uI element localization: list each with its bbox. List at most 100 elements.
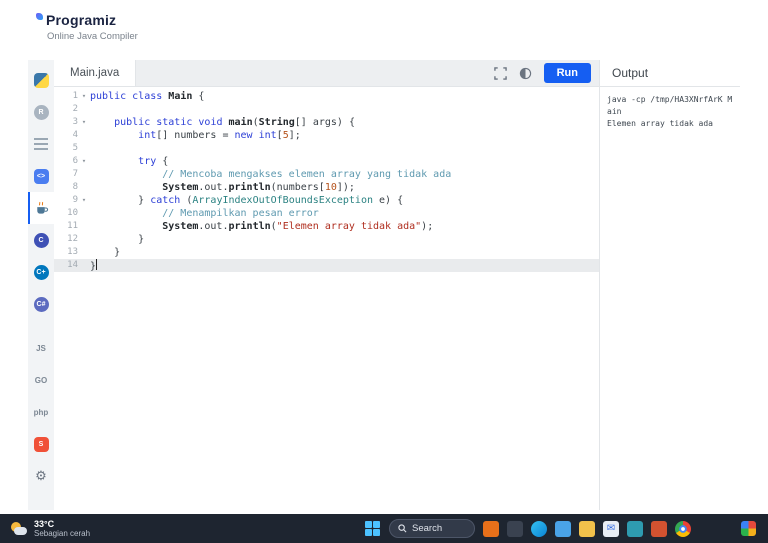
fold-gutter: [78, 168, 90, 181]
taskbar-icon-settings[interactable]: [627, 520, 643, 537]
code-line-2[interactable]: 2: [54, 103, 599, 116]
sidebar-item-javascript[interactable]: JS: [28, 332, 54, 364]
code-text: int[] numbers = new int[5];: [138, 130, 301, 141]
sidebar-item-cpp[interactable]: C+: [28, 256, 54, 288]
php-icon: php: [33, 407, 49, 417]
sidebar-item-swift[interactable]: S: [28, 428, 54, 460]
taskbar-icon-paint[interactable]: [483, 520, 499, 537]
line-number: 12: [67, 234, 78, 244]
sidebar-item-java[interactable]: [28, 192, 54, 224]
code-line-3[interactable]: 3 ▾ public static void main(String[] args…: [54, 116, 599, 129]
sidebar-item-php[interactable]: php: [28, 396, 54, 428]
programiz-compiler-window: Programiz Online Java Compiler R <> C C+ C# J…: [0, 0, 768, 543]
sidebar-item-sql[interactable]: [28, 128, 54, 160]
code-line-12[interactable]: 12 }: [54, 233, 599, 246]
search-label: Search: [412, 523, 443, 534]
line-number: 8: [72, 182, 78, 192]
code-text: }: [90, 247, 121, 258]
run-button[interactable]: Run: [543, 63, 591, 83]
code-text: System.out.println("Elemen array tidak a…: [162, 221, 434, 232]
fold-arrow-icon[interactable]: ▾: [78, 90, 90, 103]
line-number: 3: [72, 117, 78, 127]
javascript-icon: JS: [36, 343, 46, 353]
line-number: 1: [72, 91, 78, 101]
go-icon: GO: [34, 375, 48, 385]
code-line-10[interactable]: 10 // Menampilkan pesan error: [54, 207, 599, 220]
weather-temp: 33°C: [34, 518, 55, 529]
tray-app-icon[interactable]: [741, 521, 756, 536]
code-line-8[interactable]: 8 System.out.println(numbers[10]);: [54, 181, 599, 194]
output-body: java -cp /tmp/HA3XNrfArK Main Elemen arra…: [600, 87, 740, 130]
fold-gutter: [78, 259, 90, 272]
code-line-4[interactable]: 4 int[] numbers = new int[5];: [54, 129, 599, 142]
fold-gutter: [78, 181, 90, 194]
line-number: 14: [67, 260, 78, 270]
html-icon: <>: [33, 168, 49, 184]
page-subtitle: Online Java Compiler: [47, 31, 138, 42]
main-area: R <> C C+ C# JS GO php S ⚙ Main.java Run…: [28, 60, 740, 510]
theme-icon: [519, 67, 531, 79]
taskbar-icons: ✉: [483, 520, 691, 537]
weather-widget[interactable]: 33°C Sebagian cerah: [0, 519, 90, 539]
start-button[interactable]: [365, 520, 381, 537]
line-number: 2: [72, 104, 78, 114]
theme-toggle-button[interactable]: [519, 67, 532, 80]
taskbar-icon-store[interactable]: [555, 520, 571, 537]
weather-icon: [10, 521, 28, 537]
code-line-9[interactable]: 9 ▾ } catch (ArrayIndexOutOfBoundsExcepti…: [54, 194, 599, 207]
sidebar-item-csharp[interactable]: C#: [28, 288, 54, 320]
code-area[interactable]: 1 ▾ public class Main {2 3 ▾ public static v…: [54, 87, 599, 510]
sidebar-item-r[interactable]: R: [28, 96, 54, 128]
taskbar-icon-edge[interactable]: [531, 520, 547, 537]
taskbar-icon-file-explorer[interactable]: [579, 520, 595, 537]
code-text: public static void main(String[] args) {: [114, 117, 355, 128]
fold-gutter: [78, 246, 90, 259]
fold-arrow-icon[interactable]: ▾: [78, 116, 90, 129]
sidebar-item-html[interactable]: <>: [28, 160, 54, 192]
fold-gutter: [78, 233, 90, 246]
code-line-14[interactable]: 14}: [54, 259, 599, 272]
taskbar-icon-chrome[interactable]: [675, 520, 691, 537]
code-text: }: [90, 259, 98, 272]
programiz-logo-icon: [36, 13, 43, 20]
rust-icon: ⚙: [35, 468, 47, 483]
code-line-1[interactable]: 1 ▾ public class Main {: [54, 90, 599, 103]
code-line-6[interactable]: 6 ▾ try {: [54, 155, 599, 168]
fullscreen-button[interactable]: [493, 66, 507, 80]
brand-name: Programiz: [46, 12, 117, 28]
csharp-icon: C#: [33, 296, 49, 312]
c-icon: C: [33, 232, 49, 248]
sidebar-item-python[interactable]: [28, 64, 54, 96]
code-line-5[interactable]: 5: [54, 142, 599, 155]
code-text: }: [90, 234, 145, 245]
search-icon: [398, 524, 407, 533]
code-line-13[interactable]: 13 }: [54, 246, 599, 259]
java-icon: [34, 201, 49, 216]
tab-main-java[interactable]: Main.java: [54, 60, 137, 86]
line-number: 7: [72, 169, 78, 179]
fold-gutter: [78, 103, 90, 116]
code-text: // Menampilkan pesan error: [162, 208, 319, 219]
code-text: public class Main {: [90, 91, 205, 102]
line-number: 6: [72, 156, 78, 166]
taskbar-icon-monitor[interactable]: [507, 520, 523, 537]
code-line-11[interactable]: 11 System.out.println("Elemen array tida…: [54, 220, 599, 233]
r-icon: R: [33, 104, 49, 120]
sidebar-item-c[interactable]: C: [28, 224, 54, 256]
sidebar-item-rust[interactable]: ⚙: [28, 460, 54, 492]
code-line-7[interactable]: 7 // Mencoba mengakses elemen array yang…: [54, 168, 599, 181]
taskbar-right: [741, 521, 768, 536]
python-icon: [33, 72, 49, 88]
taskbar-icon-powerpoint[interactable]: [651, 520, 667, 537]
fold-arrow-icon[interactable]: ▾: [78, 155, 90, 168]
output-panel: Output java -cp /tmp/HA3XNrfArK Main Elem…: [599, 60, 740, 510]
header: Programiz Online Java Compiler: [0, 0, 768, 60]
taskbar-icon-mail[interactable]: ✉: [603, 520, 619, 537]
editor-panel: Main.java Run 1 ▾ public class Main {2 …: [54, 60, 599, 510]
sql-icon: [34, 138, 48, 150]
programiz-logo[interactable]: Programiz: [36, 12, 768, 28]
cpp-icon: C+: [33, 264, 49, 280]
fold-arrow-icon[interactable]: ▾: [78, 194, 90, 207]
sidebar-item-go[interactable]: GO: [28, 364, 54, 396]
taskbar-search[interactable]: Search: [389, 519, 475, 538]
